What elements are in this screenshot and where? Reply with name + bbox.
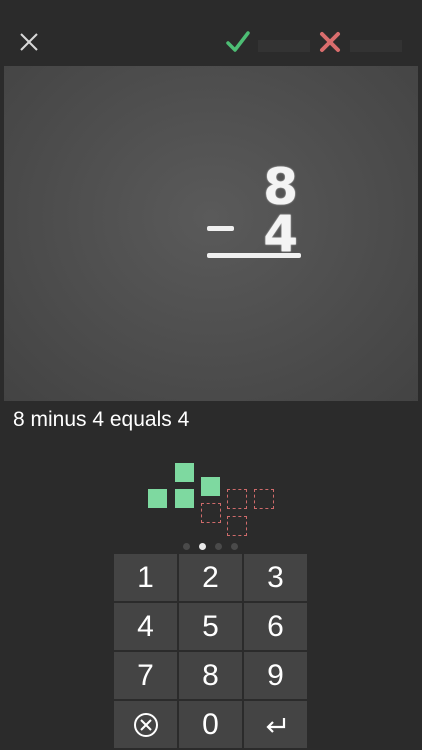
key-3[interactable]: 3 (244, 554, 307, 601)
correct-count-bar (258, 40, 310, 52)
block-filled (175, 489, 194, 508)
key-9[interactable]: 9 (244, 652, 307, 699)
page-dot-active (199, 543, 206, 550)
block-empty (201, 503, 221, 523)
key-5[interactable]: 5 (179, 603, 242, 650)
page-dot (231, 543, 238, 550)
block-empty (227, 516, 247, 536)
key-2[interactable]: 2 (179, 554, 242, 601)
block-filled (201, 477, 220, 496)
key-4[interactable]: 4 (114, 603, 177, 650)
cross-icon (319, 31, 341, 53)
block-empty (254, 489, 274, 509)
block-filled (175, 463, 194, 482)
key-1[interactable]: 1 (114, 554, 177, 601)
page-dot (215, 543, 222, 550)
key-7[interactable]: 7 (114, 652, 177, 699)
key-8[interactable]: 8 (179, 652, 242, 699)
checkmark-icon (226, 30, 250, 54)
close-icon[interactable] (18, 31, 40, 53)
clear-button[interactable] (114, 701, 177, 748)
key-6[interactable]: 6 (244, 603, 307, 650)
block-empty (227, 489, 247, 509)
clear-circle-icon (133, 712, 158, 737)
number-keypad: 1 2 3 4 5 6 7 8 9 0 (114, 554, 308, 750)
minus-sign (207, 226, 234, 231)
chalkboard: 8 4 (4, 66, 418, 401)
bottom-operand: 4 (263, 205, 298, 263)
problem-caption: 8 minus 4 equals 4 (13, 408, 190, 431)
answer-line (207, 253, 301, 258)
top-bar (0, 0, 422, 64)
wrong-count-bar (350, 40, 402, 52)
enter-button[interactable] (244, 701, 307, 748)
key-0[interactable]: 0 (179, 701, 242, 748)
return-icon (265, 717, 285, 733)
block-filled (148, 489, 167, 508)
page-dot (183, 543, 190, 550)
